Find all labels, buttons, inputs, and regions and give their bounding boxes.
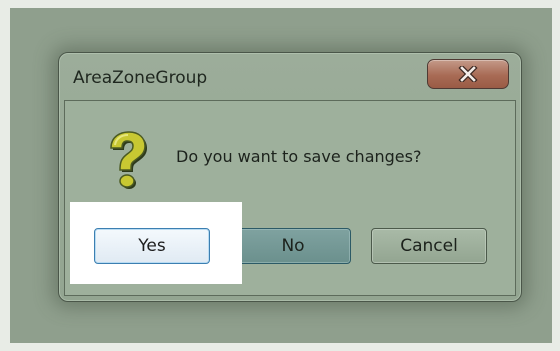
cancel-button[interactable]: Cancel [371,228,487,264]
screen: AreaZoneGroup Do you want to save change… [0,0,560,351]
yes-button-highlight: Yes [70,202,242,284]
close-icon [458,66,478,82]
question-icon [110,131,147,189]
dialog-title: AreaZoneGroup [73,68,208,88]
yes-button[interactable]: Yes [94,228,210,264]
no-button[interactable]: No [235,228,351,264]
close-button[interactable] [427,59,509,89]
dialog-message: Do you want to save changes? [176,147,422,166]
